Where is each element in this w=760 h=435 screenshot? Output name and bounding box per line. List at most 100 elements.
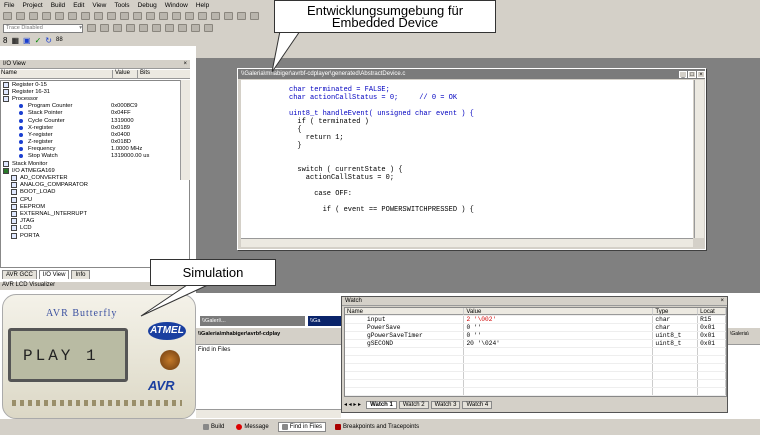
tab-watch-1[interactable]: Watch 1 — [366, 400, 397, 409]
toolbar-button-icon[interactable] — [224, 12, 233, 20]
toolbar-button-icon[interactable] — [3, 12, 12, 20]
toolbar-button-icon[interactable] — [198, 12, 207, 20]
io-scrollbar[interactable] — [180, 80, 190, 180]
watch-empty-row[interactable] — [345, 380, 726, 388]
menu-build[interactable]: Build — [51, 2, 65, 9]
refresh-icon[interactable]: ↻ — [45, 36, 52, 45]
column-name[interactable]: Name — [0, 70, 112, 78]
menu-edit[interactable]: Edit — [73, 2, 84, 9]
column-bits[interactable]: Bits — [137, 70, 162, 78]
check-icon[interactable]: ✓ — [35, 36, 42, 45]
tab-watch-4[interactable]: Watch 4 — [462, 400, 493, 409]
window-icon[interactable]: ▣ — [23, 36, 31, 45]
tree-item[interactable]: X-register 0x0189 — [1, 124, 189, 131]
toolbar-button-icon[interactable] — [29, 12, 38, 20]
toolbar-button-icon[interactable] — [146, 12, 155, 20]
watch-column-header[interactable]: Value — [464, 308, 654, 315]
toolbar-button-icon[interactable] — [172, 12, 181, 20]
tree-item[interactable]: AD_CONVERTER — [1, 174, 189, 182]
editor-vscroll[interactable] — [694, 80, 704, 238]
toolbar-button-icon[interactable] — [159, 12, 168, 20]
debug-button-icon[interactable] — [87, 24, 96, 32]
toolbar-button-icon[interactable] — [120, 12, 129, 20]
tree-item[interactable]: Stop Watch 1319000.00 us — [1, 153, 189, 160]
tree-item[interactable]: PORTA — [1, 232, 189, 239]
menu-file[interactable]: File — [4, 2, 14, 9]
editor-hscroll[interactable] — [241, 238, 693, 247]
watch-row[interactable]: gPowerSaveTimer 0 '' uint8_t 0x01 — [345, 332, 727, 340]
debug-button-icon[interactable] — [191, 24, 200, 32]
tree-item[interactable]: EEPROM — [1, 203, 189, 210]
debug-button-icon[interactable] — [100, 24, 109, 32]
menu-help[interactable]: Help — [196, 2, 209, 9]
debug-button-icon[interactable] — [165, 24, 174, 32]
watch-empty-row[interactable] — [345, 364, 726, 372]
tab-avr-gcc[interactable]: AVR GCC — [2, 270, 37, 279]
close-icon[interactable]: × — [697, 70, 705, 78]
toolbar-button-icon[interactable] — [133, 12, 142, 20]
tab-watch-2[interactable]: Watch 2 — [398, 400, 429, 409]
toolbar-button-icon[interactable] — [94, 12, 103, 20]
watch-column-header[interactable]: Type — [653, 308, 699, 315]
minimized-window-2[interactable]: \\Ga — [308, 316, 342, 326]
watch-column-header[interactable]: Name — [345, 308, 465, 315]
code-editor[interactable]: char terminated = FALSE; char actionCallS… — [241, 80, 693, 238]
tree-item[interactable]: CPU — [1, 196, 189, 203]
tree-item[interactable]: Program Counter 0x0008C9 — [1, 103, 189, 110]
debug-button-icon[interactable] — [152, 24, 161, 32]
toolbar-button-icon[interactable] — [211, 12, 220, 20]
tree-item[interactable]: JTAG — [1, 218, 189, 225]
toolbar-button-icon[interactable] — [237, 12, 246, 20]
column-value[interactable]: Value — [112, 70, 137, 78]
watch-row[interactable]: input 2 '\002' char R15 — [345, 316, 727, 324]
menu-window[interactable]: Window — [165, 2, 188, 9]
tab-build[interactable]: Build — [200, 422, 227, 432]
close-icon[interactable]: × — [720, 298, 724, 304]
tree-item[interactable]: Processor — [1, 95, 189, 102]
tab-message[interactable]: Message — [233, 422, 271, 432]
watch-row[interactable]: PowerSave 0 '' char 0x01 — [345, 324, 727, 332]
watch-column-header[interactable]: Locat — [698, 308, 726, 315]
watch-row[interactable]: gSECOND 20 '\024' uint8_t 0x01 — [345, 340, 727, 348]
tree-item[interactable]: BOOT_LOAD — [1, 189, 189, 196]
tree-item[interactable]: EXTERNAL_INTERRUPT — [1, 210, 189, 217]
toolbar-button-icon[interactable] — [107, 12, 116, 20]
tab-watch-3[interactable]: Watch 3 — [430, 400, 461, 409]
menu-tools[interactable]: Tools — [114, 2, 129, 9]
debug-button-icon[interactable] — [113, 24, 122, 32]
toolbar-button-icon[interactable] — [42, 12, 51, 20]
tab-find-in-files[interactable]: Find in Files — [277, 422, 327, 432]
tab-i-o-view[interactable]: I/O View — [38, 270, 70, 279]
tree-item[interactable]: LCD — [1, 225, 189, 232]
toolbar-button-icon[interactable] — [250, 12, 259, 20]
tree-item[interactable]: Register 0-15 — [1, 81, 189, 88]
tab-breakpoints-and-tracepoints[interactable]: Breakpoints and Tracepoints — [332, 422, 422, 432]
minimize-icon[interactable]: _ — [679, 70, 687, 78]
tree-item[interactable]: ANALOG_COMPARATOR — [1, 182, 189, 189]
tree-item[interactable]: Stack Pointer 0x04FF — [1, 110, 189, 117]
toolbar-button-icon[interactable] — [55, 12, 64, 20]
tree-item[interactable]: Register 16-31 — [1, 88, 189, 95]
tab-info[interactable]: Info — [71, 270, 90, 279]
maximize-icon[interactable]: □ — [688, 70, 696, 78]
debug-button-icon[interactable] — [178, 24, 187, 32]
watch-empty-row[interactable] — [345, 348, 726, 356]
trace-combo[interactable]: Trace Disabled ▾ — [3, 23, 83, 33]
tree-item[interactable]: Stack Monitor — [1, 160, 189, 167]
watch-empty-row[interactable] — [345, 356, 726, 364]
menu-project[interactable]: Project — [22, 2, 42, 9]
toolbar-button-icon[interactable] — [185, 12, 194, 20]
debug-button-icon[interactable] — [126, 24, 135, 32]
watch-empty-row[interactable] — [345, 372, 726, 380]
joystick-icon[interactable] — [160, 350, 180, 370]
tab-nav-icon[interactable]: ◂ ◂ ▸ ▸ — [344, 401, 361, 408]
toolbar-button-icon[interactable] — [16, 12, 25, 20]
binary-icon[interactable]: 88 — [56, 37, 63, 43]
tree-item[interactable]: Frequency 1.0000 MHz — [1, 146, 189, 153]
watch-empty-row[interactable] — [345, 388, 726, 396]
debug-button-icon[interactable] — [204, 24, 213, 32]
menu-debug[interactable]: Debug — [138, 2, 157, 9]
tree-item[interactable]: Y-register 0x0400 — [1, 131, 189, 138]
tree-item[interactable]: Cycle Counter 1319000 — [1, 117, 189, 124]
close-icon[interactable]: × — [183, 61, 187, 67]
